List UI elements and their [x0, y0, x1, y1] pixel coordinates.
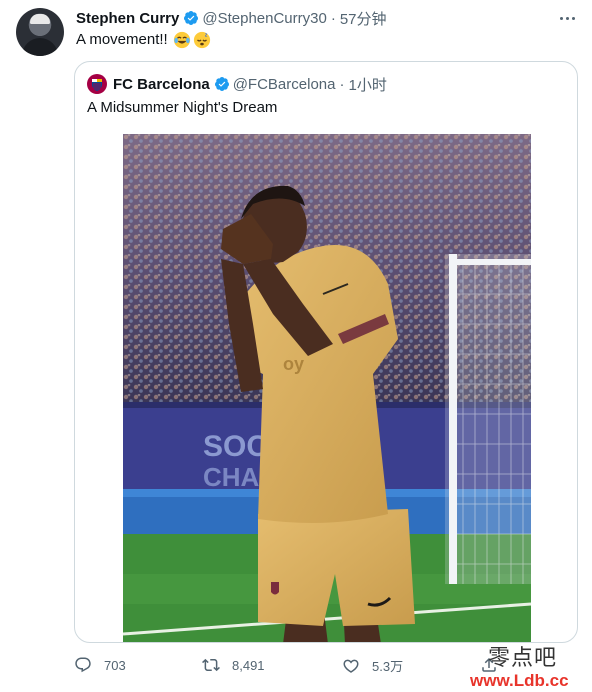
author-name[interactable]: Stephen Curry [76, 10, 179, 27]
tweet-text: A movement!! [76, 31, 168, 48]
svg-text:CHA: CHA [203, 462, 260, 492]
reply-count: 703 [104, 657, 126, 673]
retweet-count: 8,491 [232, 657, 265, 673]
retweet-icon [202, 658, 220, 672]
quoted-tweet-text: A Midsummer Night's Dream [87, 99, 278, 116]
tweet-header: Stephen Curry @StephenCurry30 · 57分钟 [76, 8, 387, 29]
watermark-chinese: 零点吧 [488, 646, 558, 671]
author-avatar[interactable] [16, 8, 64, 56]
sleeping-face-icon: z [193, 31, 210, 49]
quoted-author-name[interactable]: FC Barcelona [113, 76, 210, 93]
like-count: 5.3万 [372, 659, 404, 674]
quoted-header-separator: · [339, 75, 345, 93]
svg-text:z: z [204, 32, 207, 38]
reply-button[interactable]: 703 [74, 656, 126, 674]
quoted-tweet-card[interactable]: FC Barcelona @FCBarcelona · 1小时 A Midsum… [74, 61, 578, 643]
like-button[interactable]: 5.3万 [342, 656, 403, 675]
avatar-cap [30, 14, 50, 24]
quoted-tweet-photo[interactable]: SOC CHA oy [123, 134, 531, 642]
retweet-button[interactable]: 8,491 [202, 656, 265, 674]
heart-icon [343, 659, 359, 673]
verified-badge-icon [184, 11, 199, 25]
photo-illustration: SOC CHA oy [123, 134, 531, 642]
reply-icon [75, 657, 91, 673]
verified-badge-icon [214, 77, 229, 91]
svg-text:SOC: SOC [203, 430, 268, 463]
fc-barcelona-crest-icon [87, 74, 107, 94]
more-options-icon[interactable] [556, 8, 578, 28]
author-handle[interactable]: @StephenCurry30 [202, 10, 326, 27]
quoted-author-handle[interactable]: @FCBarcelona [233, 76, 336, 93]
tweet-time[interactable]: 57分钟 [340, 8, 387, 29]
watermark-url: www.Ldb.cc [470, 671, 569, 690]
avatar-shirt [22, 38, 58, 56]
face-with-tears-of-joy-icon [173, 31, 190, 49]
svg-text:oy: oy [283, 354, 304, 374]
quoted-tweet-time[interactable]: 1小时 [348, 74, 386, 95]
header-separator: · [330, 9, 336, 27]
quoted-tweet-header: FC Barcelona @FCBarcelona · 1小时 [87, 74, 387, 94]
tweet-body: A movement!! z [76, 30, 211, 50]
